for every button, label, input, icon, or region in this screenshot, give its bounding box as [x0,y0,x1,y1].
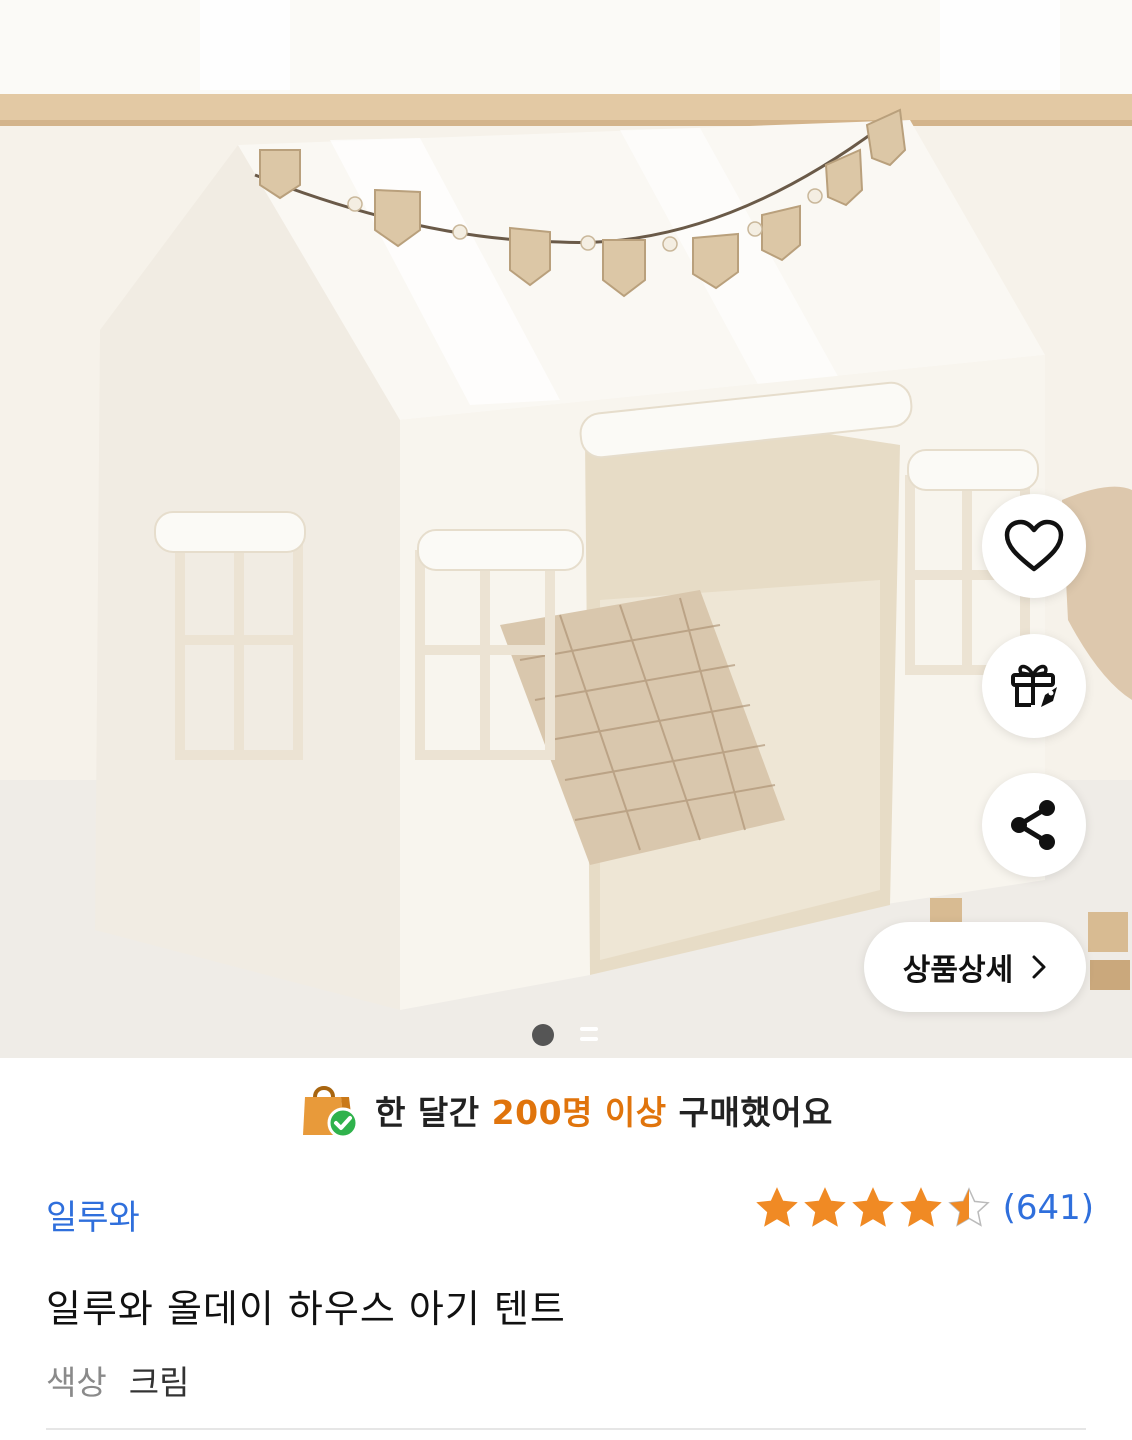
product-option: 색상 크림 [46,1356,189,1404]
option-value: 크림 [128,1363,190,1402]
star-icon [851,1187,894,1227]
promo-suffix: 구매했어요 [678,1093,833,1132]
share-button[interactable] [982,773,1086,877]
promo-text: 한 달간 200명 이상 구매했어요 [375,1086,833,1134]
shopping-bag-check-icon [303,1086,359,1139]
brand-link[interactable]: 일루와 [46,1190,140,1239]
review-count[interactable]: (641) [1003,1188,1094,1228]
pager-dot[interactable] [580,1027,598,1043]
star-icon [947,1187,990,1227]
star-icon [755,1187,798,1227]
gift-button[interactable] [982,634,1086,738]
heart-icon [1004,519,1064,572]
divider [46,1428,1086,1430]
chevron-right-icon [1032,955,1046,979]
star-rating [755,1186,991,1230]
image-pager [0,1024,1132,1046]
rating-summary[interactable]: (641) [755,1186,1094,1230]
pager-dot-active[interactable] [532,1024,554,1046]
tent-photo [0,0,1132,1058]
product-detail-button[interactable]: 상품상세 [864,922,1086,1012]
product-detail-label: 상품상세 [902,953,1014,988]
wishlist-button[interactable] [982,494,1086,598]
share-icon [1011,800,1055,850]
gift-rocket-icon [1011,664,1057,707]
star-icon [803,1187,846,1227]
promo-highlight: 200명 이상 [491,1093,667,1132]
product-title: 일루와 올데이 하우스 아기 텐트 [46,1287,566,1331]
product-image[interactable]: 상품상세 [0,0,1132,1058]
promo-prefix: 한 달간 [375,1093,480,1132]
star-icon [899,1187,942,1227]
purchase-promo-banner: 한 달간 200명 이상 구매했어요 [0,1070,1132,1150]
option-label: 색상 [46,1363,107,1402]
